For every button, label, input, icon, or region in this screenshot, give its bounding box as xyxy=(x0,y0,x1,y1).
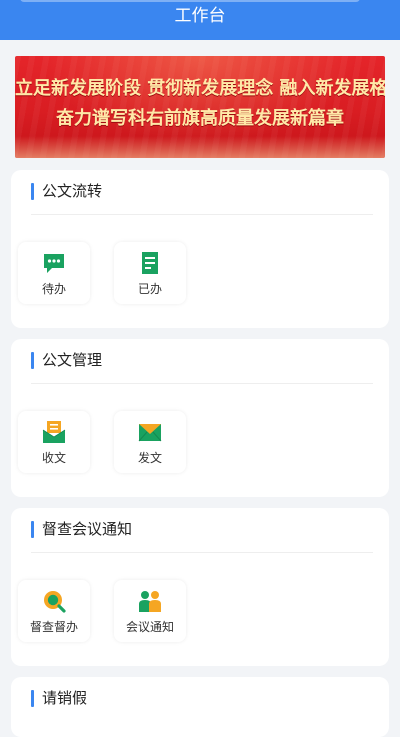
magnifier-icon xyxy=(44,591,66,613)
people-icon xyxy=(139,591,161,612)
section-accent-bar xyxy=(31,352,34,369)
document-lines-icon xyxy=(142,252,158,274)
section-header: 公文流转 xyxy=(11,170,389,214)
tile-done[interactable]: 已办 xyxy=(114,242,186,304)
slogan-banner[interactable]: 立足新发展阶段 贯彻新发展理念 融入新发展格局 奋力谱写科右前旗高质量发展新篇章 xyxy=(15,56,385,158)
section-accent-bar xyxy=(31,183,34,200)
section-divider xyxy=(31,214,373,215)
section-title: 公文管理 xyxy=(42,351,103,369)
section-leave-request: 请销假 xyxy=(11,677,389,737)
section-divider xyxy=(31,383,373,384)
tile-supervision[interactable]: 督查督办 xyxy=(18,580,90,642)
banner-line-1: 立足新发展阶段 贯彻新发展理念 融入新发展格局 xyxy=(15,78,385,99)
section-accent-bar xyxy=(31,521,34,538)
section-supervision-meeting: 督查会议通知 督查督办 会议通知 xyxy=(11,508,389,666)
tile-label: 已办 xyxy=(137,282,162,296)
section-header: 督查会议通知 xyxy=(11,508,389,552)
banner-glow xyxy=(15,136,385,158)
tile-meeting-notice[interactable]: 会议通知 xyxy=(114,580,186,642)
tile-label: 收文 xyxy=(41,451,66,465)
tile-receive-document[interactable]: 收文 xyxy=(18,411,90,473)
tile-label: 会议通知 xyxy=(125,620,174,634)
message-dots-icon xyxy=(44,254,64,273)
inbox-document-icon xyxy=(42,421,66,443)
section-header: 请销假 xyxy=(11,677,389,721)
section-document-flow: 公文流转 待办 已办 xyxy=(11,170,389,328)
section-title: 公文流转 xyxy=(42,182,103,200)
envelope-icon xyxy=(138,424,162,442)
section-title: 请销假 xyxy=(42,689,88,707)
tile-send-document[interactable]: 发文 xyxy=(114,411,186,473)
tile-label: 督查督办 xyxy=(29,620,78,634)
section-accent-bar xyxy=(31,690,34,707)
status-bar-remnant xyxy=(20,0,360,2)
tile-pending[interactable]: 待办 xyxy=(18,242,90,304)
section-title: 督查会议通知 xyxy=(42,520,133,538)
tile-label: 发文 xyxy=(137,451,162,465)
top-bar: 工作台 xyxy=(0,0,400,40)
section-document-management: 公文管理 收文 发文 xyxy=(11,339,389,497)
tile-label: 待办 xyxy=(41,282,66,296)
section-header: 公文管理 xyxy=(11,339,389,383)
page-title: 工作台 xyxy=(174,6,226,26)
section-divider xyxy=(31,552,373,553)
banner-line-2: 奋力谱写科右前旗高质量发展新篇章 xyxy=(56,108,344,129)
